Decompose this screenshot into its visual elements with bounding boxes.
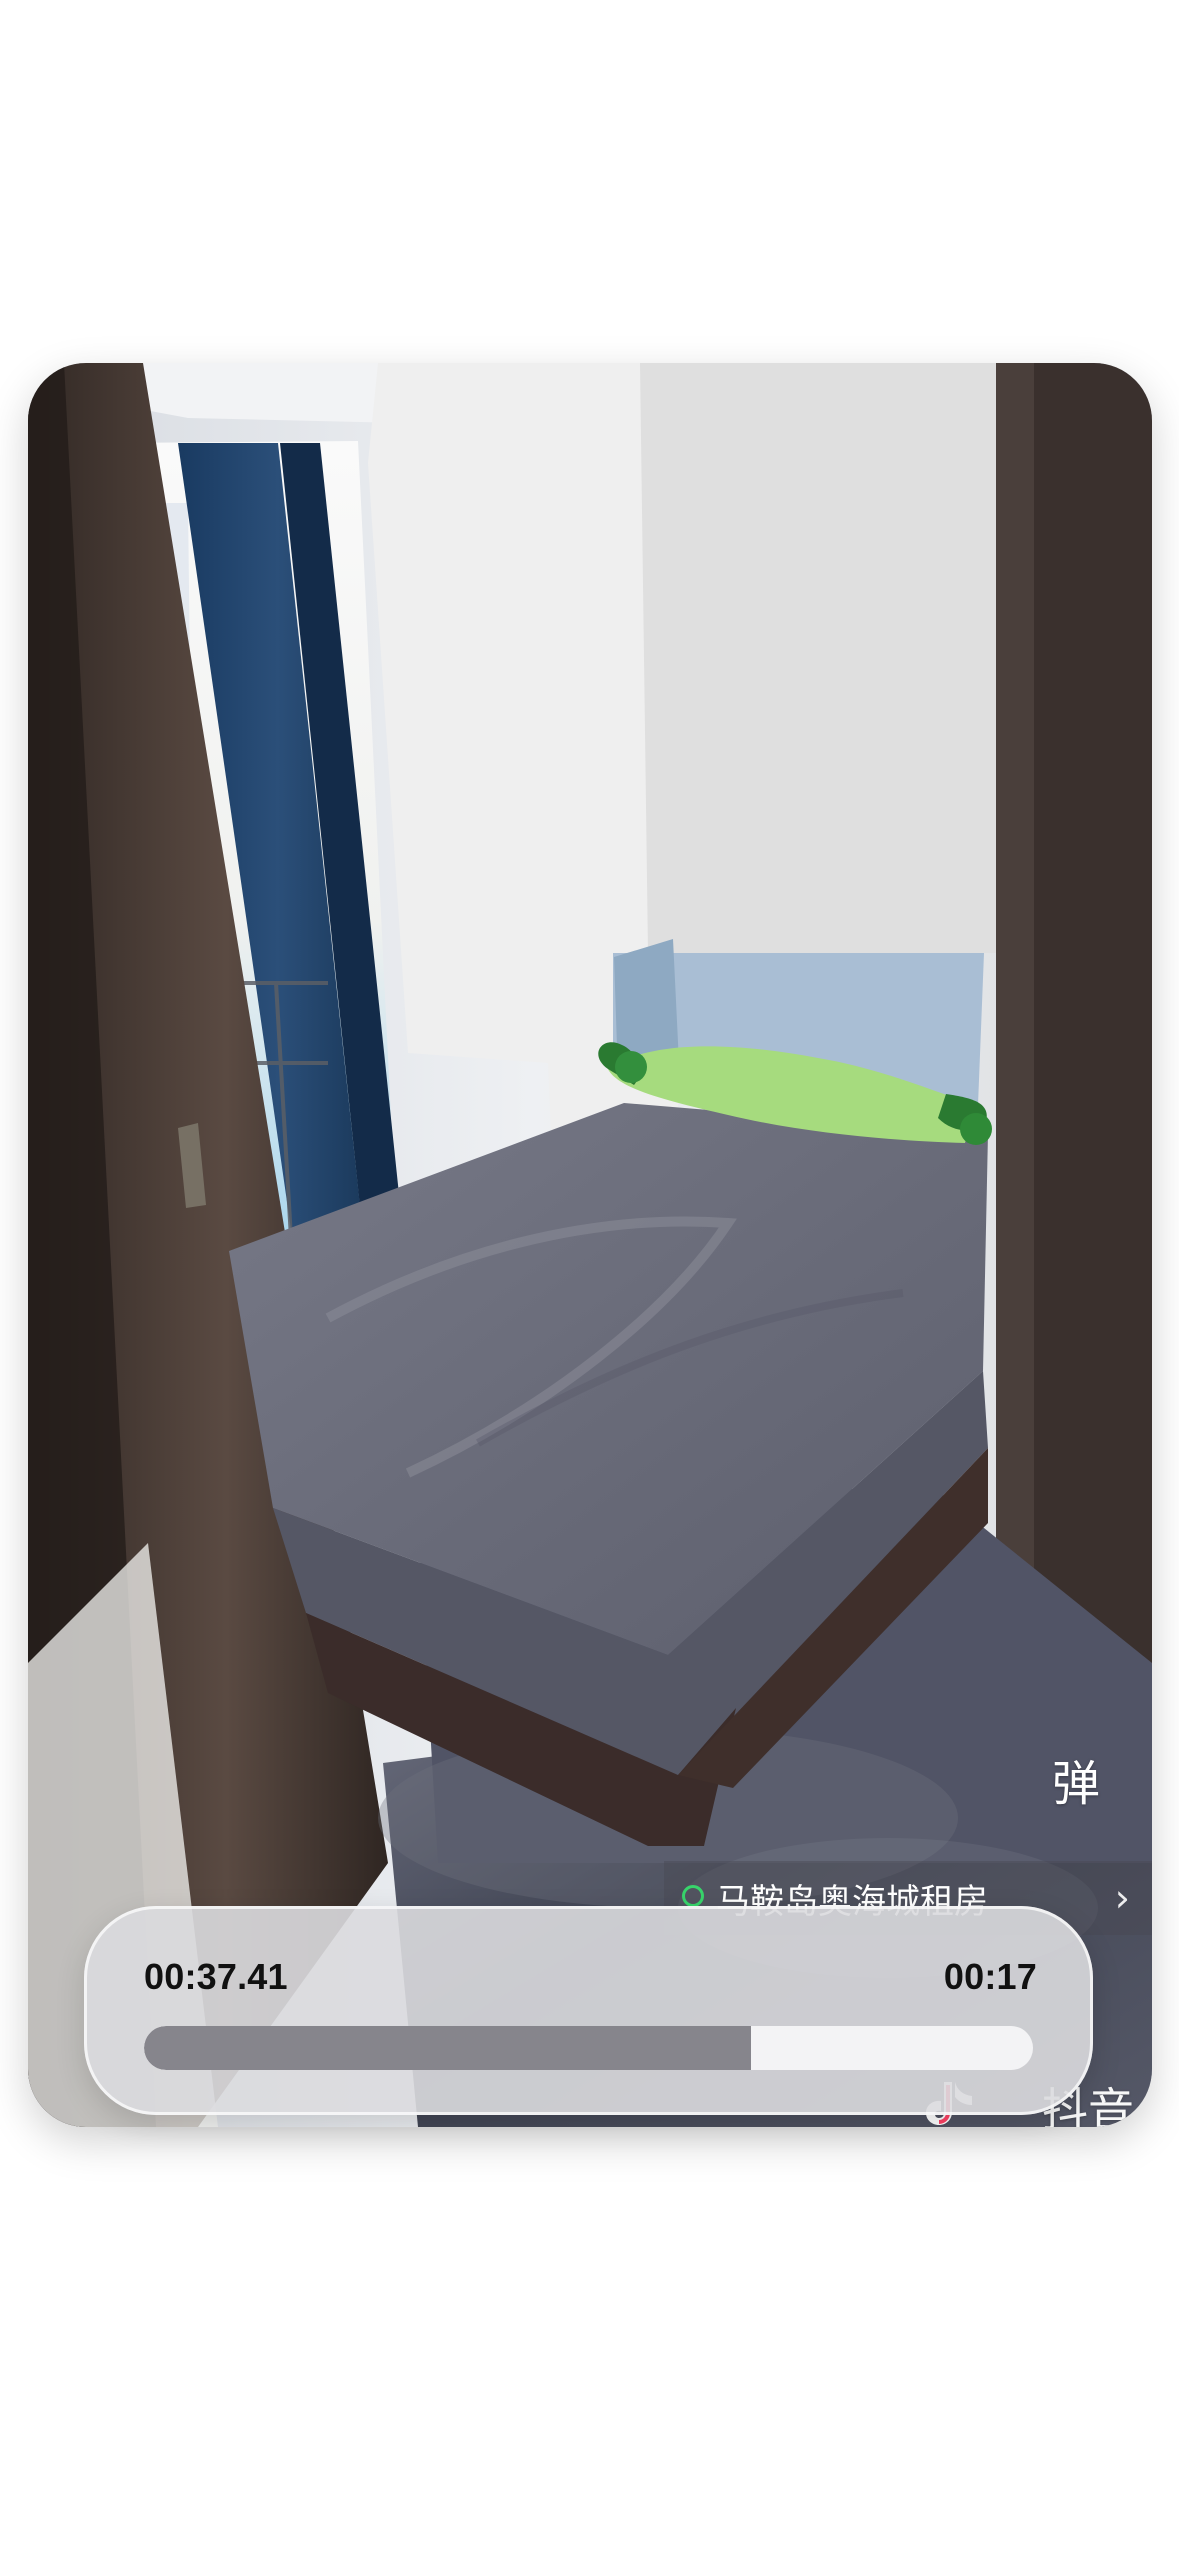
progress-fill (144, 2026, 752, 2070)
chevron-right-icon: › (1114, 1876, 1130, 1920)
screen: 弹 马鞍岛奥海城租房 › 抖音 00:37.41 00:17 (0, 0, 1179, 2556)
progress-track[interactable] (144, 2026, 1033, 2070)
location-pin-icon (682, 1885, 704, 1907)
current-time: 00:37.41 (144, 1956, 288, 1997)
scrub-panel[interactable]: 00:37.41 00:17 (84, 1906, 1093, 2115)
video-player[interactable]: 弹 马鞍岛奥海城租房 › 抖音 (28, 363, 1152, 2127)
danmaku-toggle-icon[interactable]: 弹 (1052, 1760, 1100, 1808)
remaining-time: 00:17 (943, 1956, 1037, 1997)
